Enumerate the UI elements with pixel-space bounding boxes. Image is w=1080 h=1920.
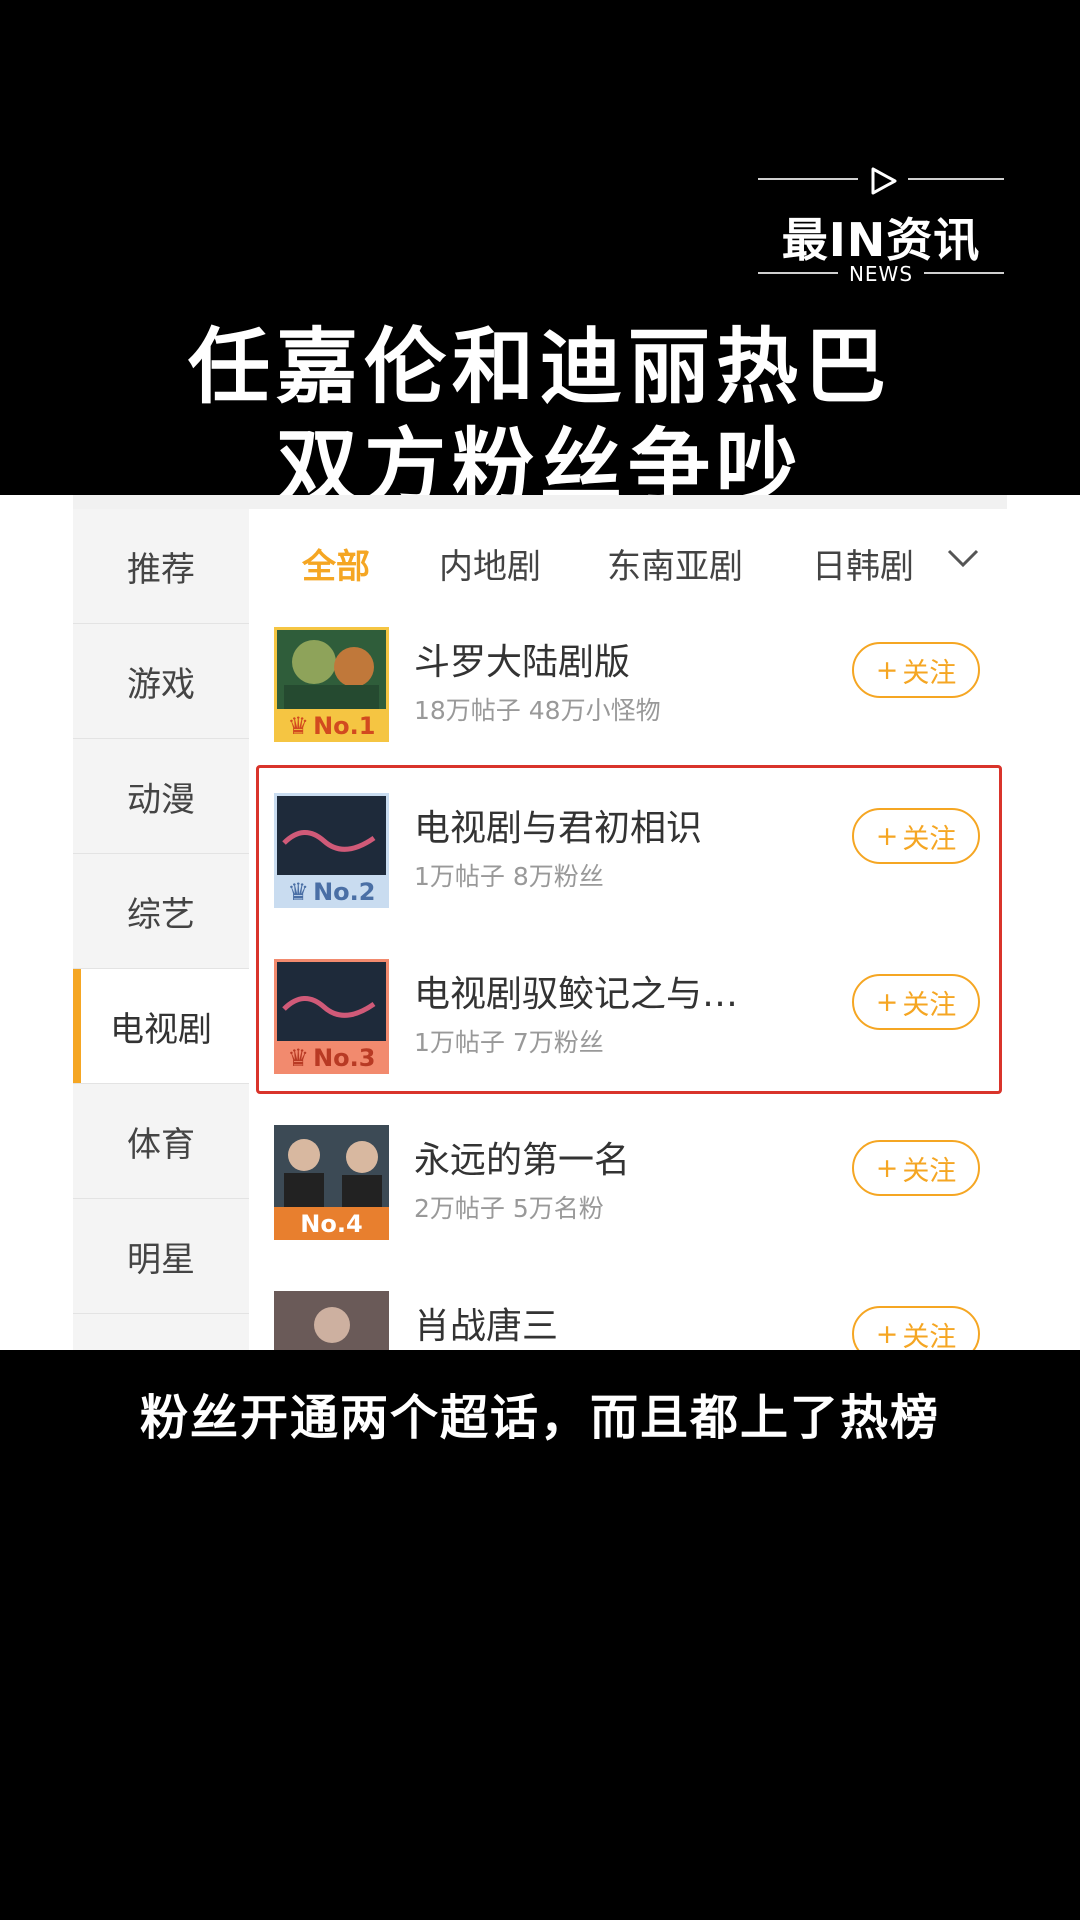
- sidebar-item-label: 推荐: [127, 549, 195, 590]
- play-icon: [871, 167, 897, 195]
- topic-meta: 2万帖子 5万名粉: [414, 1194, 604, 1223]
- sidebar-item-label: 体育: [127, 1124, 195, 1165]
- sidebar-item-recommend[interactable]: 推荐: [73, 509, 249, 624]
- plus-icon: +: [875, 1318, 899, 1350]
- crown-icon: ♛: [287, 711, 310, 740]
- category-sidebar: 推荐 游戏 动漫 综艺 电视剧 体育 明星: [73, 509, 249, 1350]
- poster-thumbnail: [274, 1291, 389, 1350]
- sidebar-item-games[interactable]: 游戏: [73, 624, 249, 739]
- sidebar-item-label: 动漫: [127, 779, 195, 820]
- rank-label: No.4: [300, 1209, 363, 1238]
- sidebar-item-label: 明星: [127, 1239, 195, 1280]
- follow-button[interactable]: + 关注: [852, 1306, 980, 1350]
- poster-image: [274, 1125, 389, 1207]
- news-logo: 最IN资讯 NEWS: [758, 160, 1004, 290]
- chevron-down-icon[interactable]: [945, 539, 981, 575]
- tab-mainland[interactable]: 内地剧: [439, 539, 541, 588]
- logo-brand: 最IN资讯: [781, 213, 981, 267]
- list-item[interactable]: ♛ No.1 斗罗大陆剧版 18万帖子 48万小怪物 + 关注: [249, 607, 1007, 774]
- poster-thumbnail: No.4: [274, 1125, 389, 1240]
- plus-icon: +: [875, 654, 899, 686]
- sidebar-item-variety[interactable]: 综艺: [73, 854, 249, 969]
- tab-all[interactable]: 全部: [302, 539, 370, 588]
- rank-badge: No.4: [274, 1207, 389, 1240]
- follow-label: 关注: [902, 1155, 957, 1187]
- rank-badge: ♛ No.1: [274, 709, 389, 742]
- logo-news: NEWS: [848, 262, 914, 286]
- highlight-box: [256, 765, 1002, 1094]
- plus-icon: +: [875, 1152, 899, 1184]
- list-item[interactable]: 肖战唐三 + 关注: [249, 1271, 1007, 1350]
- sidebar-item-sports[interactable]: 体育: [73, 1084, 249, 1199]
- follow-label: 关注: [902, 1321, 957, 1351]
- rank-label: No.1: [313, 711, 376, 740]
- follow-button[interactable]: + 关注: [852, 1140, 980, 1196]
- tab-southeast-asia[interactable]: 东南亚剧: [607, 539, 743, 588]
- sidebar-item-anime[interactable]: 动漫: [73, 739, 249, 854]
- tab-japan-korea[interactable]: 日韩剧: [812, 539, 914, 588]
- topic-title: 肖战唐三: [414, 1306, 559, 1347]
- sidebar-item-stars[interactable]: 明星: [73, 1199, 249, 1314]
- poster-image: [277, 630, 386, 709]
- follow-label: 关注: [902, 657, 957, 689]
- topic-title: 永远的第一名: [414, 1140, 631, 1181]
- sidebar-item-tv-drama[interactable]: 电视剧: [73, 969, 249, 1084]
- poster-image: [274, 1291, 389, 1350]
- poster-thumbnail: ♛ No.1: [274, 627, 389, 742]
- topic-title: 斗罗大陆剧版: [414, 642, 631, 683]
- sidebar-item-label: 游戏: [127, 664, 195, 705]
- topic-meta: 18万帖子 48万小怪物: [414, 696, 661, 725]
- sidebar-item-label: 综艺: [127, 894, 195, 935]
- caption-subtitle: 粉丝开通两个超话，而且都上了热榜: [139, 1390, 940, 1446]
- sidebar-item-label: 电视剧: [110, 1009, 212, 1050]
- list-item[interactable]: No.4 永远的第一名 2万帖子 5万名粉 + 关注: [249, 1105, 1007, 1272]
- filter-tabs: 全部 内地剧 东南亚剧 日韩剧: [249, 509, 1007, 607]
- follow-button[interactable]: + 关注: [852, 642, 980, 698]
- top-strip: [73, 495, 1007, 509]
